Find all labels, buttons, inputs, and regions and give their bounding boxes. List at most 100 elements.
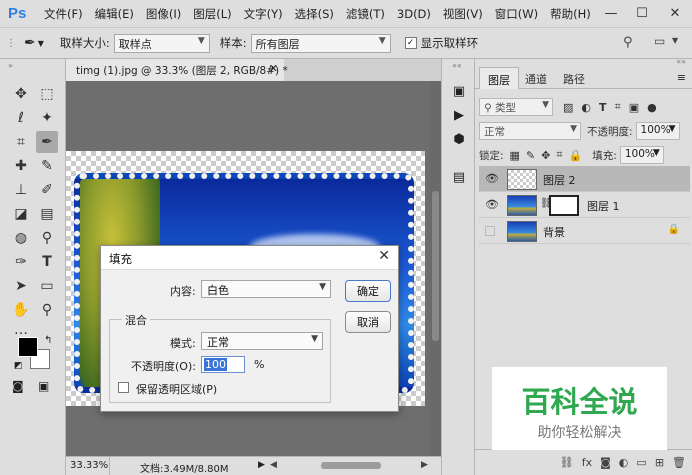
blend-mode-select[interactable]: 正常 ▼ (479, 122, 581, 140)
collapse-icon[interactable]: » (8, 61, 13, 70)
fill-field[interactable]: 100% ▼ (619, 146, 664, 164)
document-tab[interactable]: timg (1).jpg @ 33.3% (图层 2, RGB/8#) * ✕ (66, 59, 288, 81)
collapse-icon[interactable]: «« (676, 57, 686, 66)
menu-select[interactable]: 选择(S) (289, 6, 340, 22)
layer-row-layer1[interactable]: 👁 ⛓ 图层 1 (479, 192, 690, 218)
new-group-icon[interactable]: ▭ (636, 456, 646, 469)
quick-mask-icon[interactable]: ◙ (12, 379, 24, 393)
collapse-icon[interactable]: «« (452, 61, 462, 70)
tab-paths[interactable]: 路径 (555, 67, 593, 89)
opacity-input[interactable]: 100 (201, 356, 245, 373)
lock-transparent-icon[interactable]: ▦ (510, 149, 520, 162)
sample-size-select[interactable]: 取样点 ▼ (113, 33, 210, 53)
filter-toggle-icon[interactable]: ● (647, 101, 657, 114)
search-icon[interactable]: ⚲ (623, 35, 633, 50)
scroll-right-icon[interactable]: ▶ (421, 460, 428, 470)
filter-pixel-icon[interactable]: ▨ (563, 101, 573, 114)
menu-filter[interactable]: 滤镜(T) (340, 6, 391, 22)
trash-icon[interactable]: 🗑 (672, 456, 686, 469)
gradient-tool-icon[interactable]: ▤ (36, 203, 58, 225)
lock-artboard-icon[interactable]: ⌗ (556, 148, 562, 162)
menu-edit[interactable]: 编辑(E) (89, 6, 140, 22)
new-layer-icon[interactable]: ⊞ (655, 456, 664, 469)
crop-tool-icon[interactable]: ⌗ (10, 131, 32, 153)
panel-menu-icon[interactable]: ≡ (677, 71, 686, 84)
tab-channels[interactable]: 通道 (517, 67, 555, 89)
screen-mode-icon[interactable]: ▣ (38, 379, 49, 393)
swap-colors-icon[interactable]: ↰ (44, 335, 52, 346)
eye-icon[interactable]: 👁 (485, 198, 499, 211)
opacity-field[interactable]: 100% ▼ (635, 122, 680, 140)
eraser-tool-icon[interactable]: ◪ (10, 203, 32, 225)
zoom-level[interactable]: 33.33% (66, 457, 110, 475)
vertical-scrollbar[interactable] (430, 81, 441, 456)
lasso-tool-icon[interactable]: ℓ (10, 107, 32, 129)
mode-select[interactable]: 正常 ▼ (201, 332, 323, 350)
close-tab-icon[interactable]: ✕ (269, 62, 278, 75)
info-menu-icon[interactable]: ▶ (258, 460, 265, 470)
filter-adjustment-icon[interactable]: ◐ (581, 101, 591, 114)
dodge-tool-icon[interactable]: ⚲ (36, 227, 58, 249)
menu-help[interactable]: 帮助(H) (544, 6, 597, 22)
3d-icon[interactable]: ⬢ (449, 129, 469, 149)
close-button[interactable]: ✕ (660, 0, 690, 27)
visibility-toggle[interactable] (485, 226, 495, 236)
tab-layers[interactable]: 图层 (479, 67, 519, 89)
preserve-transparency-checkbox[interactable] (118, 382, 129, 393)
eye-icon[interactable]: 👁 (485, 172, 499, 185)
menu-window[interactable]: 窗口(W) (489, 6, 544, 22)
type-tool-icon[interactable]: T (36, 251, 58, 273)
filter-type-icon[interactable]: T (599, 101, 607, 114)
foreground-color-swatch[interactable] (18, 337, 38, 357)
layer-filter-select[interactable]: ⚲ 类型 ▼ (479, 98, 553, 116)
layer-row-layer2[interactable]: 👁 图层 2 (479, 166, 690, 192)
filter-shape-icon[interactable]: ⌗ (615, 100, 621, 114)
add-mask-icon[interactable]: ◙ (600, 456, 611, 469)
layer-mask-thumbnail[interactable] (549, 195, 579, 216)
scroll-left-icon[interactable]: ◀ (270, 460, 277, 470)
rectangle-tool-icon[interactable]: ▭ (36, 275, 58, 297)
stamp-tool-icon[interactable]: ⊥ (10, 179, 32, 201)
scrollbar-thumb[interactable] (432, 191, 439, 341)
workspace-icon[interactable]: ▭ (654, 34, 665, 48)
history-brush-icon[interactable]: ✐ (36, 179, 58, 201)
default-colors-icon[interactable]: ◩ (14, 361, 23, 371)
zoom-tool-icon[interactable]: ⚲ (36, 299, 58, 321)
menu-3d[interactable]: 3D(D) (391, 7, 437, 21)
properties-icon[interactable]: ▤ (449, 167, 469, 187)
minimize-button[interactable]: — (596, 0, 626, 27)
layer-row-background[interactable]: 背景 🔒 (479, 218, 690, 244)
lock-position-icon[interactable]: ✥ (541, 149, 550, 162)
cancel-button[interactable]: 取消 (345, 311, 391, 333)
fx-icon[interactable]: fx (582, 456, 592, 469)
close-icon[interactable]: ✕ (378, 248, 390, 264)
content-select[interactable]: 白色 ▼ (201, 280, 331, 298)
menu-file[interactable]: 文件(F) (38, 6, 89, 22)
link-layers-icon[interactable]: ⛓ (560, 456, 574, 469)
horizontal-scroll-thumb[interactable] (321, 462, 381, 469)
menu-view[interactable]: 视图(V) (437, 6, 489, 22)
eyedropper-tool-icon[interactable]: ✒ (36, 131, 58, 153)
blur-tool-icon[interactable]: ◍ (10, 227, 32, 249)
menu-layer[interactable]: 图层(L) (187, 6, 237, 22)
play-actions-icon[interactable]: ▶ (449, 105, 469, 125)
move-tool-icon[interactable]: ✥ (10, 83, 32, 105)
chevron-down-icon[interactable]: ▼ (38, 39, 44, 48)
menu-type[interactable]: 文字(Y) (238, 6, 289, 22)
pen-tool-icon[interactable]: ✑ (10, 251, 32, 273)
healing-brush-icon[interactable]: ✚ (10, 155, 32, 177)
chevron-down-icon[interactable]: ▼ (672, 36, 678, 45)
filter-smart-icon[interactable]: ▣ (629, 101, 639, 114)
eyedropper-icon[interactable]: ✒ (24, 35, 36, 51)
lock-all-icon[interactable]: 🔒 (569, 149, 583, 162)
path-select-icon[interactable]: ➤ (10, 275, 32, 297)
history-icon[interactable]: ▣ (449, 81, 469, 101)
menu-image[interactable]: 图像(I) (140, 6, 187, 22)
sample-select[interactable]: 所有图层 ▼ (250, 33, 391, 53)
maximize-button[interactable]: ☐ (627, 0, 657, 27)
marquee-tool-icon[interactable]: ⬚ (36, 83, 58, 105)
hand-tool-icon[interactable]: ✋ (10, 299, 32, 321)
lock-pixels-icon[interactable]: ✎ (526, 149, 535, 162)
show-ring-checkbox[interactable]: ✓ (404, 37, 417, 49)
brush-tool-icon[interactable]: ✎ (36, 155, 58, 177)
